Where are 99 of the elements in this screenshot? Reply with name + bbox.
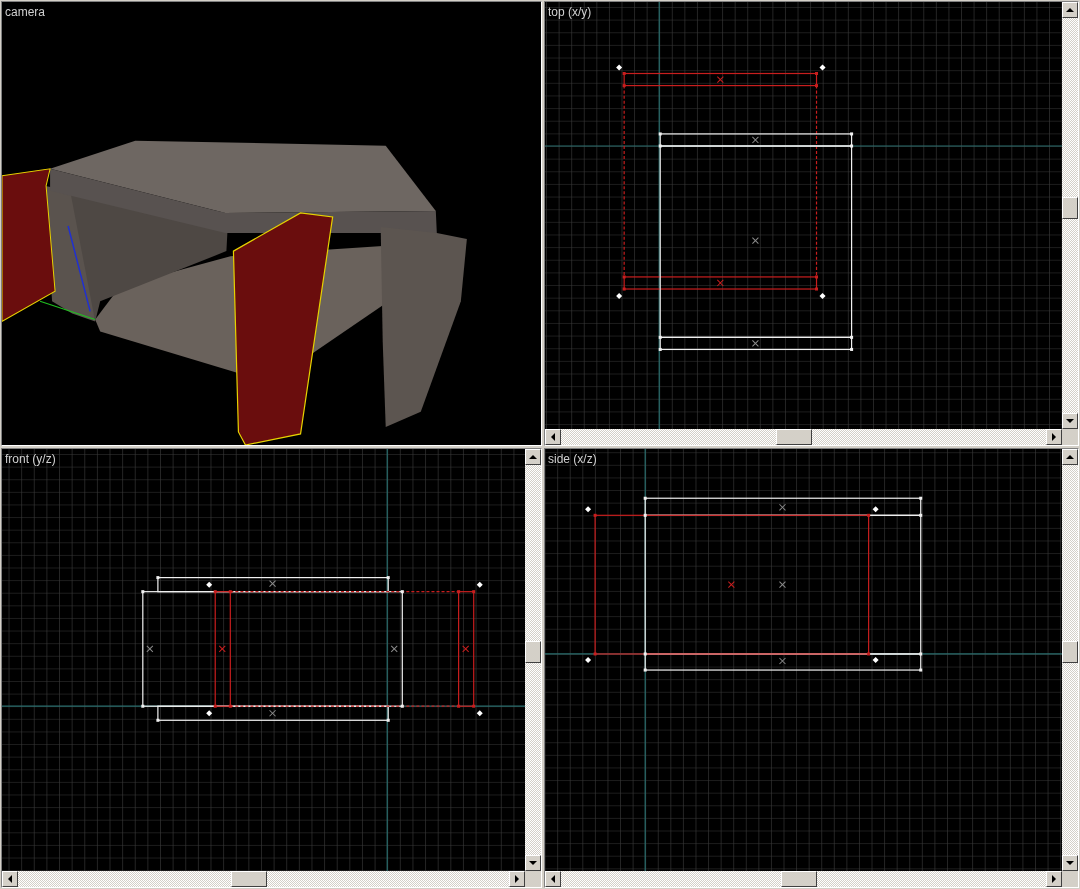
down-arrow-icon <box>529 861 537 865</box>
right-arrow-icon <box>1052 875 1056 883</box>
center-cross-icon <box>462 645 470 653</box>
vertex-point <box>622 287 626 291</box>
vertex-point <box>213 590 217 594</box>
vertex-point <box>228 590 232 594</box>
vertex-point <box>400 590 404 594</box>
vertex-point <box>622 84 626 88</box>
scroll-left-button[interactable] <box>2 871 18 887</box>
center-cross-icon <box>751 339 759 347</box>
vertex-point <box>457 704 461 708</box>
center-cross-icon <box>716 76 724 84</box>
grid-viewport[interactable]: side (x/z) <box>544 448 1079 888</box>
vertex-point <box>815 287 819 291</box>
vertex-point <box>213 704 217 708</box>
scroll-down-button[interactable] <box>525 855 541 871</box>
vertex-point <box>850 144 854 148</box>
scroll-right-button[interactable] <box>1046 429 1062 445</box>
vertex-point <box>867 652 871 656</box>
right-arrow-icon <box>515 875 519 883</box>
vertex-point <box>658 347 662 351</box>
vertex-point <box>919 668 923 672</box>
scroll-left-button[interactable] <box>545 871 561 887</box>
vertex-point <box>815 84 819 88</box>
vertex-point <box>156 576 160 580</box>
vertex-point <box>815 72 819 75</box>
scrollbar-thumb[interactable] <box>525 641 541 664</box>
center-cross-icon <box>778 581 786 589</box>
left-arrow-icon <box>551 875 555 883</box>
scroll-up-button[interactable] <box>1062 449 1078 465</box>
vertex-point <box>658 132 662 136</box>
vertex-point <box>643 652 647 656</box>
scrollbar-thumb[interactable] <box>775 429 812 445</box>
up-arrow-icon <box>529 455 537 459</box>
vertex-point <box>658 335 662 339</box>
scrollbar-thumb[interactable] <box>1062 641 1078 664</box>
right-arrow-icon <box>1052 433 1056 441</box>
center-cross-icon <box>218 645 226 653</box>
vertex-point <box>850 132 854 136</box>
viewport-label: side (x/z) <box>548 452 597 466</box>
center-cross-icon <box>778 503 786 511</box>
vertex-point <box>919 513 923 517</box>
scrollbar-thumb[interactable] <box>780 871 817 887</box>
vertex-point <box>919 652 923 656</box>
scroll-right-button[interactable] <box>509 871 525 887</box>
up-arrow-icon <box>1066 455 1074 459</box>
vertex-point <box>643 513 647 517</box>
vertex-point <box>815 275 819 279</box>
vertex-point <box>386 576 390 580</box>
scrollbar-thumb[interactable] <box>1062 196 1078 219</box>
camera-viewport[interactable]: camera <box>1 1 542 446</box>
vertex-point <box>622 275 626 279</box>
scroll-down-button[interactable] <box>1062 413 1078 429</box>
vertex-point <box>643 496 647 500</box>
vertex-point <box>156 718 160 722</box>
scroll-up-button[interactable] <box>1062 2 1078 18</box>
vertex-point <box>850 335 854 339</box>
center-cross-icon <box>390 645 398 653</box>
grid-viewport[interactable]: front (y/z) <box>1 448 542 888</box>
vertex-point <box>228 704 232 708</box>
center-cross-icon <box>778 657 786 665</box>
vertex-point <box>919 496 923 500</box>
vertex-point <box>472 704 476 708</box>
vertex-point <box>141 704 145 708</box>
brush-edge[interactable] <box>229 705 460 707</box>
grid-viewport[interactable]: top (x/y) <box>544 1 1079 446</box>
center-cross-icon <box>146 645 154 653</box>
up-arrow-icon <box>1066 8 1074 12</box>
vertex-point <box>658 144 662 148</box>
vertex-point <box>622 72 626 75</box>
left-arrow-icon <box>551 433 555 441</box>
vertex-point <box>593 513 597 517</box>
scroll-up-button[interactable] <box>525 449 541 465</box>
center-cross-icon <box>727 581 735 589</box>
viewport-label: front (y/z) <box>5 452 56 466</box>
center-cross-icon <box>716 279 724 287</box>
left-arrow-icon <box>8 875 12 883</box>
vertex-point <box>867 513 871 517</box>
vertex-point <box>400 704 404 708</box>
center-cross-icon <box>269 709 277 717</box>
vertex-point <box>457 590 461 594</box>
down-arrow-icon <box>1066 419 1074 423</box>
scroll-left-button[interactable] <box>545 429 561 445</box>
viewport-label: top (x/y) <box>548 5 592 19</box>
center-cross-icon <box>269 580 277 588</box>
vertex-point <box>386 718 390 722</box>
vertex-point <box>141 590 145 594</box>
scroll-down-button[interactable] <box>1062 855 1078 871</box>
vertex-point <box>643 668 647 672</box>
viewport-label: camera <box>5 5 45 19</box>
center-cross-icon <box>751 136 759 144</box>
vertex-point <box>472 590 476 594</box>
down-arrow-icon <box>1066 861 1074 865</box>
vertex-point <box>850 347 854 351</box>
vertex-point <box>593 652 597 656</box>
scrollbar-thumb[interactable] <box>230 871 267 887</box>
scroll-right-button[interactable] <box>1046 871 1062 887</box>
center-cross-icon <box>751 237 759 245</box>
brush-edge[interactable] <box>229 591 460 593</box>
